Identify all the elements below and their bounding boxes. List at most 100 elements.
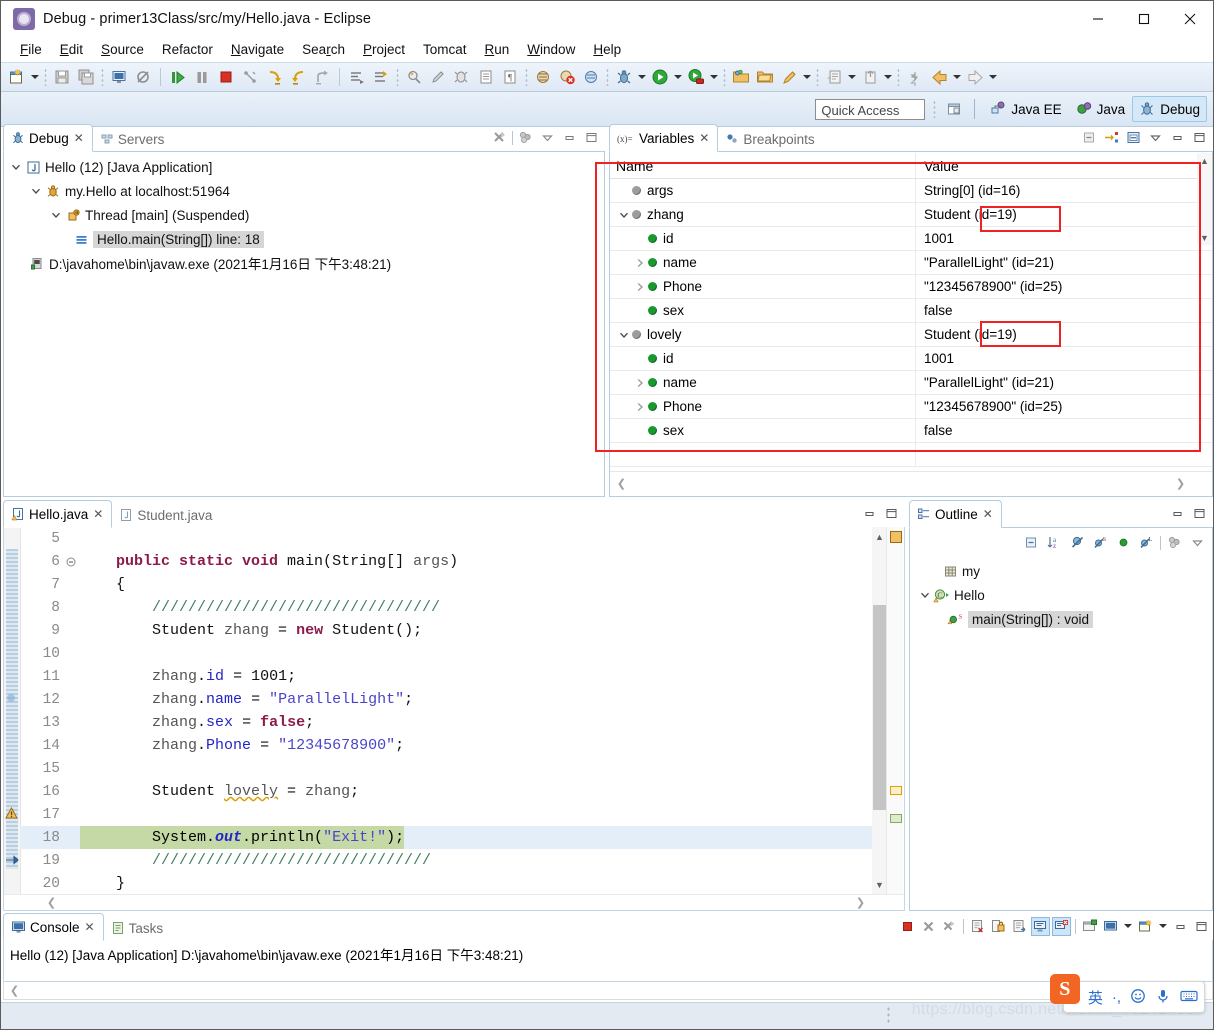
- variables-row-lovely[interactable]: lovely Student (id=19): [610, 323, 1212, 347]
- new-console-view-icon[interactable]: [1136, 917, 1155, 936]
- search-icon[interactable]: [403, 66, 425, 88]
- view-menu-icon[interactable]: [1146, 128, 1165, 147]
- tab-debug[interactable]: Debug ✕: [3, 124, 93, 152]
- save-all-icon[interactable]: [75, 66, 97, 88]
- minimize-icon[interactable]: [1171, 917, 1190, 936]
- perspective-java[interactable]: Java: [1069, 96, 1133, 122]
- view-menu-dots-icon[interactable]: [516, 128, 535, 147]
- open-task-caret[interactable]: [846, 67, 858, 87]
- keyboard-icon[interactable]: [1180, 988, 1198, 1007]
- forward-icon[interactable]: [964, 66, 986, 88]
- back-icon[interactable]: [928, 66, 950, 88]
- console-hscrollbar[interactable]: ❮ ❯: [3, 982, 1213, 1000]
- sogou-logo-icon[interactable]: S: [1049, 974, 1080, 1004]
- skip-breakpoints-icon[interactable]: [132, 66, 154, 88]
- editor-vscrollbar[interactable]: ▲ ▼: [872, 527, 887, 894]
- terminate-icon[interactable]: [215, 66, 237, 88]
- outline-row-main[interactable]: S main(String[]) : void: [911, 607, 1211, 631]
- sort-icon[interactable]: az: [1045, 533, 1064, 552]
- tab-outline[interactable]: Outline ✕: [909, 500, 1002, 528]
- maximize-icon[interactable]: [882, 504, 901, 523]
- toggle-mark-icon[interactable]: ¶: [499, 66, 521, 88]
- breakpoint-dim-icon[interactable]: [5, 692, 17, 704]
- debug-last-icon[interactable]: [451, 66, 473, 88]
- menu-refactor[interactable]: Refactor: [153, 40, 222, 59]
- menu-tomcat[interactable]: Tomcat: [414, 40, 476, 59]
- overview-occurrence-marker[interactable]: [890, 786, 902, 795]
- tab-variables[interactable]: (x)= Variables ✕: [609, 124, 719, 152]
- maximize-icon[interactable]: [582, 128, 601, 147]
- clear-console-icon[interactable]: [968, 917, 987, 936]
- run-caret[interactable]: [672, 67, 684, 87]
- minimize-icon[interactable]: [560, 128, 579, 147]
- display-selected-console-icon[interactable]: [1052, 916, 1071, 936]
- terminate-icon[interactable]: [898, 917, 917, 936]
- chevron-down-icon[interactable]: [616, 207, 632, 223]
- menu-window[interactable]: Window: [518, 40, 584, 59]
- overview-current-line-marker[interactable]: [890, 814, 902, 823]
- external-tools-icon[interactable]: [778, 66, 800, 88]
- scroll-down-icon[interactable]: ▼: [872, 877, 887, 892]
- editor-annotation-ruler[interactable]: [4, 527, 21, 894]
- chevron-down-icon[interactable]: [48, 207, 64, 223]
- view-menu-dots-icon[interactable]: [1165, 533, 1184, 552]
- resume-icon[interactable]: [167, 66, 189, 88]
- collapse-all-icon[interactable]: [1080, 128, 1099, 147]
- menu-navigate[interactable]: Navigate: [222, 40, 293, 59]
- quick-access-input[interactable]: Quick Access: [815, 98, 926, 120]
- minimize-icon[interactable]: [1168, 128, 1187, 147]
- new-dropdown-caret[interactable]: [29, 67, 41, 87]
- variables-row-sex-1[interactable]: sex false: [610, 299, 1212, 323]
- scroll-right-icon[interactable]: ❯: [853, 895, 868, 910]
- ime-mode-label[interactable]: 英: [1088, 987, 1103, 1008]
- open-folder-icon[interactable]: [730, 66, 752, 88]
- hide-local-types-icon[interactable]: L: [1137, 533, 1156, 552]
- detail-pane-icon[interactable]: [1124, 128, 1143, 147]
- back-caret[interactable]: [951, 67, 963, 87]
- scroll-left-icon[interactable]: ❮: [44, 895, 59, 910]
- show-on-output-icon[interactable]: [1010, 917, 1029, 936]
- hide-fields-icon[interactable]: [1068, 533, 1087, 552]
- new-java-class-icon[interactable]: [532, 66, 554, 88]
- show-logical-structure-icon[interactable]: [1102, 128, 1121, 147]
- smiley-icon[interactable]: [1130, 988, 1146, 1007]
- console-icon[interactable]: [108, 66, 130, 88]
- previous-edit-caret[interactable]: [882, 67, 894, 87]
- chevron-right-icon[interactable]: [632, 375, 648, 391]
- variables-row-name-1[interactable]: name "ParallelLight" (id=21): [610, 251, 1212, 275]
- hide-non-public-icon[interactable]: [1114, 533, 1133, 552]
- variables-row-name-2[interactable]: name "ParallelLight" (id=21): [610, 371, 1212, 395]
- pin-console-icon[interactable]: [1031, 916, 1050, 936]
- back-history-icon[interactable]: [904, 66, 926, 88]
- overview-warning-marker[interactable]: [890, 531, 902, 543]
- scroll-left-icon[interactable]: ❮: [614, 476, 629, 491]
- maximize-icon[interactable]: [1190, 504, 1209, 523]
- menu-run[interactable]: Run: [476, 40, 519, 59]
- debug-tree-row-0[interactable]: Hello (12) [Java Application]: [4, 155, 604, 179]
- variables-row-args[interactable]: args String[0] (id=16): [610, 179, 1212, 203]
- scroll-down-icon[interactable]: ▼: [1197, 230, 1212, 245]
- forward-caret[interactable]: [987, 67, 999, 87]
- editor-overview-ruler[interactable]: [886, 527, 903, 894]
- close-icon[interactable]: ✕: [85, 920, 95, 934]
- maximize-icon[interactable]: [1190, 128, 1209, 147]
- step-return-icon[interactable]: [311, 66, 333, 88]
- variables-vscrollbar[interactable]: ▲ ▼: [1197, 153, 1212, 245]
- close-icon[interactable]: ✕: [983, 507, 993, 521]
- scroll-up-icon[interactable]: ▲: [1197, 153, 1212, 168]
- debug-tree-row-4[interactable]: D:\javahome\bin\javaw.exe (2021年1月16日 下午…: [4, 251, 604, 275]
- perspective-java-ee[interactable]: Java EE: [983, 96, 1068, 122]
- coverage-caret[interactable]: [708, 67, 720, 87]
- console-caret[interactable]: [1122, 916, 1134, 936]
- variables-row-phone-1[interactable]: Phone "12345678900" (id=25): [610, 275, 1212, 299]
- chevron-right-icon[interactable]: [632, 255, 648, 271]
- console-body[interactable]: Hello (12) [Java Application] D:\javahom…: [3, 940, 1213, 982]
- previous-edit-icon[interactable]: [859, 66, 881, 88]
- menu-source[interactable]: Source: [92, 40, 153, 59]
- variables-row-id-1[interactable]: id 1001: [610, 227, 1212, 251]
- minimize-icon[interactable]: [1168, 504, 1187, 523]
- tab-breakpoints[interactable]: Breakpoints: [718, 126, 822, 152]
- outline-row-hello[interactable]: C Hello: [911, 583, 1211, 607]
- open-task-icon[interactable]: [823, 66, 845, 88]
- scroll-up-icon[interactable]: ▲: [872, 529, 887, 544]
